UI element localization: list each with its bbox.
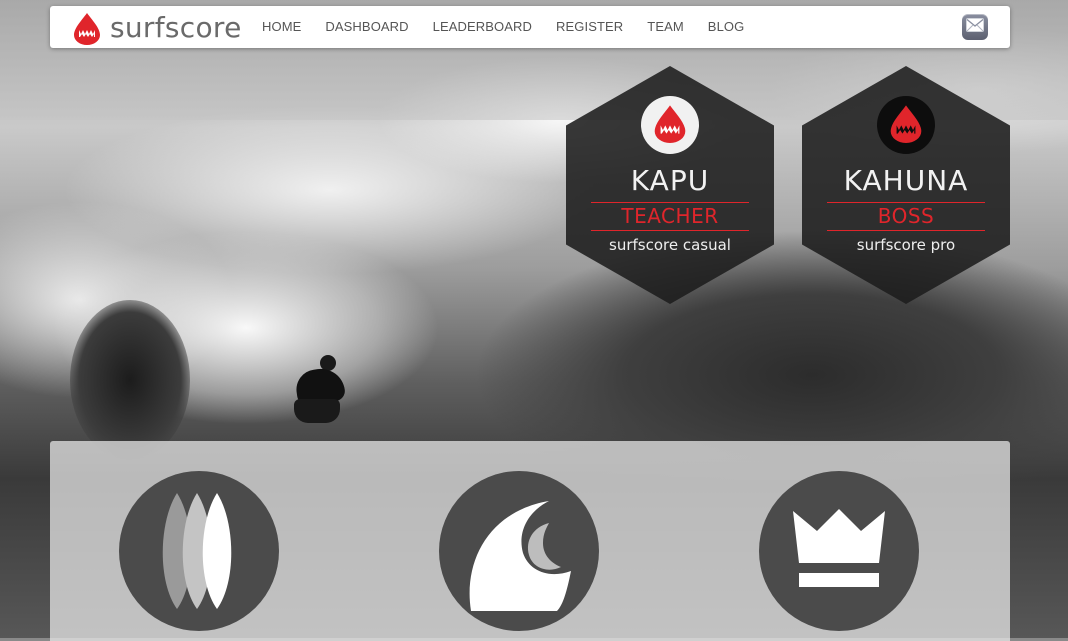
shark-logo-icon (886, 103, 926, 148)
nav-leaderboard[interactable]: LEADERBOARD (421, 6, 544, 48)
shark-logo-icon (650, 103, 690, 148)
top-navbar: surfscore HOME DASHBOARD LEADERBOARD REG… (50, 6, 1010, 48)
wave-icon (439, 471, 599, 631)
brand-link[interactable]: surfscore (70, 10, 242, 46)
divider (591, 230, 749, 231)
badge-tier: surfscore pro (856, 236, 956, 254)
surfboards-icon (119, 471, 279, 631)
nav-home[interactable]: HOME (250, 6, 313, 48)
nav-register[interactable]: REGISTER (544, 6, 635, 48)
mail-icon (966, 17, 984, 37)
divider (591, 202, 749, 203)
badge-name: KAPU (630, 164, 710, 197)
crown-icon (759, 471, 919, 631)
features-panel (50, 441, 1010, 641)
brand-name: surfscore (110, 11, 242, 44)
mail-button[interactable] (962, 14, 988, 40)
badge-role: TEACHER (621, 204, 719, 228)
nav-blog[interactable]: BLOG (696, 6, 757, 48)
badge-avatar (877, 96, 935, 154)
badge-role: BOSS (877, 204, 935, 228)
main-nav: HOME DASHBOARD LEADERBOARD REGISTER TEAM… (250, 6, 756, 48)
divider (827, 202, 985, 203)
divider (827, 230, 985, 231)
badge-tier: surfscore casual (609, 236, 731, 254)
surfer-figure (290, 355, 350, 425)
badge-name: KAHUNA (843, 164, 969, 197)
nav-team[interactable]: TEAM (635, 6, 696, 48)
nav-dashboard[interactable]: DASHBOARD (313, 6, 420, 48)
badge-avatar (641, 96, 699, 154)
shark-logo-icon (70, 11, 104, 45)
